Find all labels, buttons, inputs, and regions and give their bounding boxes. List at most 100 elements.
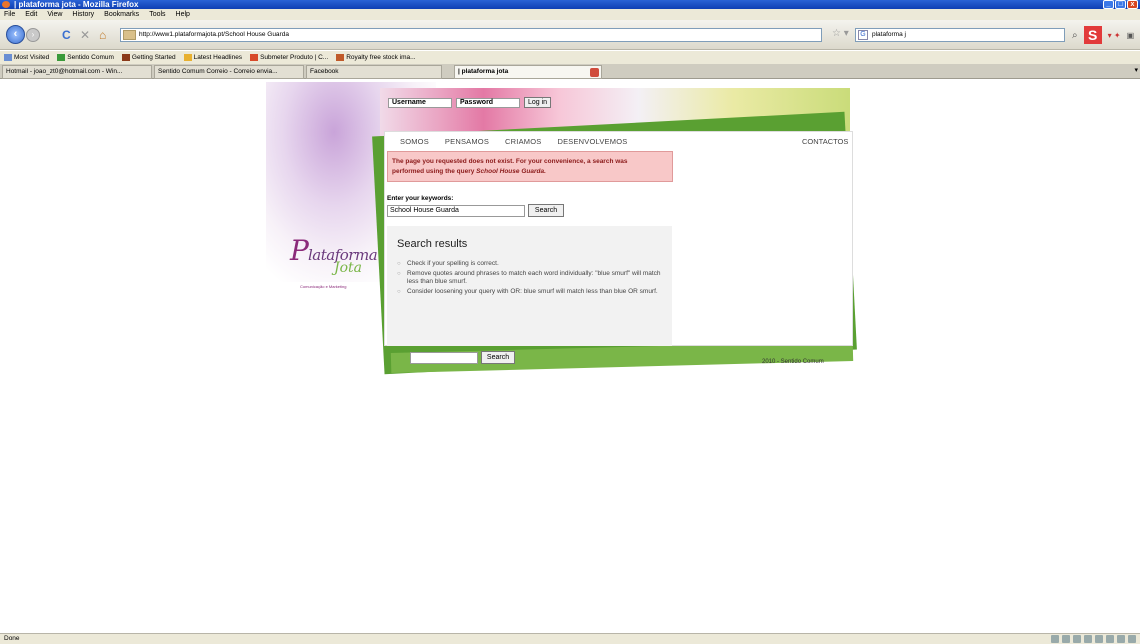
page-content: Username Password Log in SOMOS PENSAMOS …: [0, 80, 1140, 633]
password-field[interactable]: Password: [456, 97, 520, 108]
status-addon-icon[interactable]: [1117, 635, 1125, 643]
main-nav: SOMOS PENSAMOS CRIAMOS DESENVOLVEMOS: [400, 137, 627, 146]
menu-help[interactable]: Help: [176, 9, 190, 20]
bookmark-royalty-free[interactable]: Royalty free stock ima...: [336, 51, 416, 64]
username-field[interactable]: Username: [388, 97, 452, 108]
firefox-icon: [2, 1, 10, 8]
plataforma-jota-logo[interactable]: P lataforma Jota Comunicação e Marketing: [290, 234, 392, 294]
keywords-input[interactable]: School House Guarda: [387, 205, 525, 217]
status-addon-icon[interactable]: [1062, 635, 1070, 643]
status-addon-icon[interactable]: [1095, 635, 1103, 643]
reload-icon[interactable]: C: [62, 28, 71, 42]
window-controls: _ □ x: [1103, 0, 1138, 9]
results-tips: Check if your spelling is correct. Remov…: [397, 260, 662, 297]
menu-view[interactable]: View: [47, 9, 62, 20]
copyright: 2010 - Sentido Comum: [762, 359, 824, 365]
url-bar[interactable]: http://www1.plataformajota.pt/School Hou…: [120, 28, 822, 42]
window-title: | plataforma jota - Mozilla Firefox: [14, 0, 139, 9]
maximize-icon[interactable]: □: [1115, 0, 1126, 9]
addon-extra-icon[interactable]: ▣: [1127, 31, 1135, 40]
bookmark-most-visited[interactable]: Most Visited: [4, 51, 49, 64]
bookmark-icon: [336, 53, 345, 61]
tab-list-icon[interactable]: ▾: [1134, 66, 1138, 74]
tab-bar: Hotmail - joao_zt0@hotmail.com - Win... …: [0, 64, 1140, 79]
nav-criamos[interactable]: CRIAMOS: [505, 137, 541, 146]
menu-tools[interactable]: Tools: [149, 9, 165, 20]
status-text: Done: [4, 635, 20, 642]
status-icons: [1051, 635, 1136, 643]
status-addon-icon[interactable]: [1073, 635, 1081, 643]
search-bar[interactable]: G plataforma j: [855, 28, 1065, 42]
bookmark-icon: [121, 53, 130, 61]
nav-somos[interactable]: SOMOS: [400, 137, 429, 146]
back-arrow-icon[interactable]: ‹: [6, 25, 25, 44]
status-bar: Done: [0, 633, 1140, 644]
nav-desenvolvemos[interactable]: DESENVOLVEMOS: [557, 137, 627, 146]
addon-flag-icon[interactable]: ▾ ✦: [1108, 31, 1121, 40]
search-magnifier-icon[interactable]: ⌕: [1072, 30, 1078, 41]
menu-file[interactable]: File: [4, 9, 15, 20]
menu-edit[interactable]: Edit: [25, 9, 37, 20]
status-addon-icon[interactable]: [1084, 635, 1092, 643]
bookmark-icon: [250, 53, 259, 61]
results-title: Search results: [397, 238, 468, 250]
notice-query: School House Guarda.: [476, 168, 546, 175]
bookmark-submeter-produto[interactable]: Submeter Produto | C...: [250, 51, 328, 64]
bookmark-sentido-comum[interactable]: Sentido Comum: [57, 51, 114, 64]
keywords-search-button[interactable]: Search: [528, 204, 564, 217]
site-favicon: [123, 30, 136, 40]
tab-plataforma-jota[interactable]: | plataforma jota: [454, 65, 602, 79]
login-button[interactable]: Log in: [524, 97, 552, 108]
stop-icon[interactable]: ✕: [80, 28, 90, 42]
nav-contactos[interactable]: CONTACTOS: [802, 137, 848, 146]
bookmark-label: Submeter Produto | C...: [260, 54, 329, 61]
bookmark-label: Most Visited: [14, 54, 50, 61]
tab-label: Facebook: [310, 68, 339, 75]
addon-s-icon[interactable]: S: [1083, 26, 1102, 44]
close-icon[interactable]: x: [1127, 0, 1138, 9]
bookmark-star-icon[interactable]: ☆ ▾: [832, 28, 849, 39]
keywords-label: Enter your keywords:: [387, 195, 454, 202]
search-results: Search results Check if your spelling is…: [387, 226, 672, 346]
logo-tagline: Comunicação e Marketing: [300, 284, 347, 289]
tab-facebook[interactable]: Facebook: [306, 65, 442, 79]
bookmark-label: Sentido Comum: [67, 54, 114, 61]
list-item: Remove quotes around phrases to match ea…: [397, 270, 662, 287]
navigation-toolbar: ‹ › C ✕ ⌂ http://www1.plataformajota.pt/…: [0, 20, 1140, 50]
tab-sentido-comum-correio[interactable]: Sentido Comum Correio - Correio envia...: [154, 65, 304, 79]
error-notice: The page you requested does not exist. F…: [387, 151, 673, 182]
bookmarks-toolbar: Most Visited Sentido Comum Getting Start…: [0, 51, 1140, 64]
rss-icon: [183, 53, 192, 61]
menu-history[interactable]: History: [72, 9, 94, 20]
toolbar-addons: ⌕ S ▾ ✦ ▣: [1072, 26, 1134, 44]
google-icon[interactable]: G: [858, 30, 868, 40]
menu-bookmarks[interactable]: Bookmarks: [104, 9, 139, 20]
bookmark-label: Latest Headlines: [193, 54, 243, 61]
bookmark-label: Getting Started: [131, 54, 176, 61]
notice-text-1: The page you requested does not exist. F…: [392, 158, 628, 165]
menu-bar: File Edit View History Bookmarks Tools H…: [0, 9, 1140, 20]
bookmark-getting-started[interactable]: Getting Started: [121, 51, 176, 64]
list-item: Check if your spelling is correct.: [397, 260, 662, 269]
tab-label: Sentido Comum Correio - Correio envia...: [158, 68, 278, 75]
tab-label: Hotmail - joao_zt0@hotmail.com - Win...: [6, 68, 123, 75]
home-icon[interactable]: ⌂: [99, 28, 106, 42]
footer-search-button[interactable]: Search: [481, 351, 515, 364]
footer-search-input[interactable]: [410, 352, 478, 364]
status-addon-icon[interactable]: [1106, 635, 1114, 643]
forward-arrow-icon[interactable]: ›: [26, 28, 40, 42]
tab-label: | plataforma jota: [458, 68, 509, 75]
bookmark-latest-headlines[interactable]: Latest Headlines: [183, 51, 243, 64]
search-bar-text: plataforma j: [872, 31, 906, 38]
tab-hotmail[interactable]: Hotmail - joao_zt0@hotmail.com - Win...: [2, 65, 152, 79]
list-item: Consider loosening your query with OR: b…: [397, 288, 662, 297]
url-text: http://www1.plataformajota.pt/School Hou…: [139, 31, 289, 38]
status-addon-icon[interactable]: [1128, 635, 1136, 643]
logo-word2: Jota: [334, 260, 363, 276]
bookmark-label: Royalty free stock ima...: [346, 54, 416, 61]
nav-pensamos[interactable]: PENSAMOS: [445, 137, 489, 146]
bookmark-icon: [4, 53, 12, 61]
status-addon-icon[interactable]: [1051, 635, 1059, 643]
minimize-icon[interactable]: _: [1103, 0, 1114, 9]
tab-close-icon[interactable]: [590, 68, 599, 77]
